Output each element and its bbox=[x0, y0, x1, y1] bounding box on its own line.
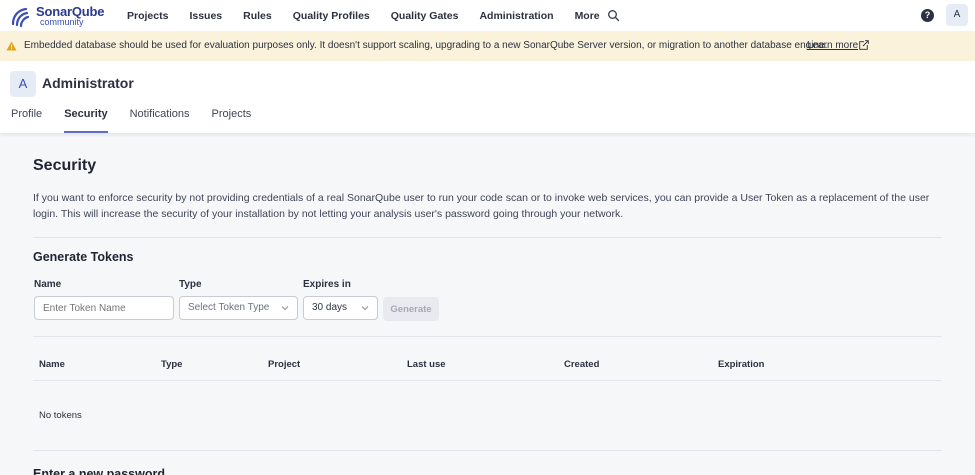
nav-quality-profiles[interactable]: Quality Profiles bbox=[293, 10, 370, 22]
warning-banner: Embedded database should be used for eva… bbox=[0, 31, 975, 61]
section-divider bbox=[33, 450, 942, 451]
account-name: Administrator bbox=[42, 75, 134, 91]
token-type-select[interactable]: Select Token Type bbox=[179, 296, 298, 320]
column-header-expiration: Expiration bbox=[718, 359, 765, 370]
account-tabs: Profile Security Notifications Projects bbox=[11, 108, 273, 133]
warning-icon bbox=[6, 41, 17, 51]
table-top-divider bbox=[33, 336, 942, 337]
tab-projects[interactable]: Projects bbox=[212, 108, 252, 133]
learn-more-link[interactable]: Learn more bbox=[807, 40, 858, 51]
nav-projects[interactable]: Projects bbox=[127, 10, 168, 22]
nav-rules[interactable]: Rules bbox=[243, 10, 272, 22]
new-password-title: Enter a new password bbox=[33, 467, 165, 475]
user-avatar[interactable]: A bbox=[946, 4, 968, 26]
token-type-placeholder: Select Token Type bbox=[188, 302, 270, 313]
column-header-last-use: Last use bbox=[407, 359, 446, 370]
page-title: Security bbox=[33, 157, 97, 174]
search-icon[interactable] bbox=[607, 9, 620, 22]
column-header-created: Created bbox=[564, 359, 600, 370]
column-header-type: Type bbox=[161, 359, 183, 370]
generate-tokens-title: Generate Tokens bbox=[33, 250, 134, 264]
security-description: If you want to enforce security by not p… bbox=[33, 192, 930, 220]
chevron-down-icon bbox=[281, 306, 289, 311]
help-icon[interactable]: ? bbox=[921, 9, 934, 22]
sonarqube-logo-icon bbox=[11, 7, 30, 28]
expires-in-select[interactable]: 30 days bbox=[303, 296, 378, 320]
external-link-icon[interactable] bbox=[859, 40, 869, 50]
chevron-down-icon bbox=[361, 306, 369, 311]
expires-in-label: Expires in bbox=[303, 279, 351, 290]
logo-edition: community bbox=[40, 17, 84, 27]
token-type-label: Type bbox=[179, 279, 202, 290]
nav-issues[interactable]: Issues bbox=[189, 10, 222, 22]
tab-notifications[interactable]: Notifications bbox=[130, 108, 190, 133]
nav-more[interactable]: More bbox=[575, 10, 600, 22]
generate-button[interactable]: Generate bbox=[383, 297, 439, 321]
security-page: Security If you want to enforce security… bbox=[0, 133, 975, 475]
column-header-name: Name bbox=[39, 359, 65, 370]
token-name-label: Name bbox=[34, 279, 62, 290]
main-menu: Projects Issues Rules Quality Profiles Q… bbox=[127, 0, 621, 31]
tab-security[interactable]: Security bbox=[64, 108, 109, 133]
table-header-divider bbox=[33, 380, 942, 381]
section-divider bbox=[33, 237, 942, 238]
banner-message: Embedded database should be used for eva… bbox=[24, 40, 828, 51]
nav-quality-gates[interactable]: Quality Gates bbox=[391, 10, 459, 22]
top-navigation: SonarQube community Projects Issues Rule… bbox=[0, 0, 975, 31]
account-header: A Administrator Profile Security Notific… bbox=[0, 61, 975, 133]
empty-tokens-message: No tokens bbox=[39, 410, 82, 421]
column-header-project: Project bbox=[268, 359, 301, 370]
sonarqube-logo[interactable]: SonarQube community bbox=[10, 3, 120, 29]
tab-profile[interactable]: Profile bbox=[11, 108, 42, 133]
expires-in-value: 30 days bbox=[312, 302, 348, 313]
nav-administration[interactable]: Administration bbox=[479, 10, 553, 22]
token-name-input[interactable] bbox=[34, 296, 174, 320]
account-avatar: A bbox=[10, 71, 36, 97]
